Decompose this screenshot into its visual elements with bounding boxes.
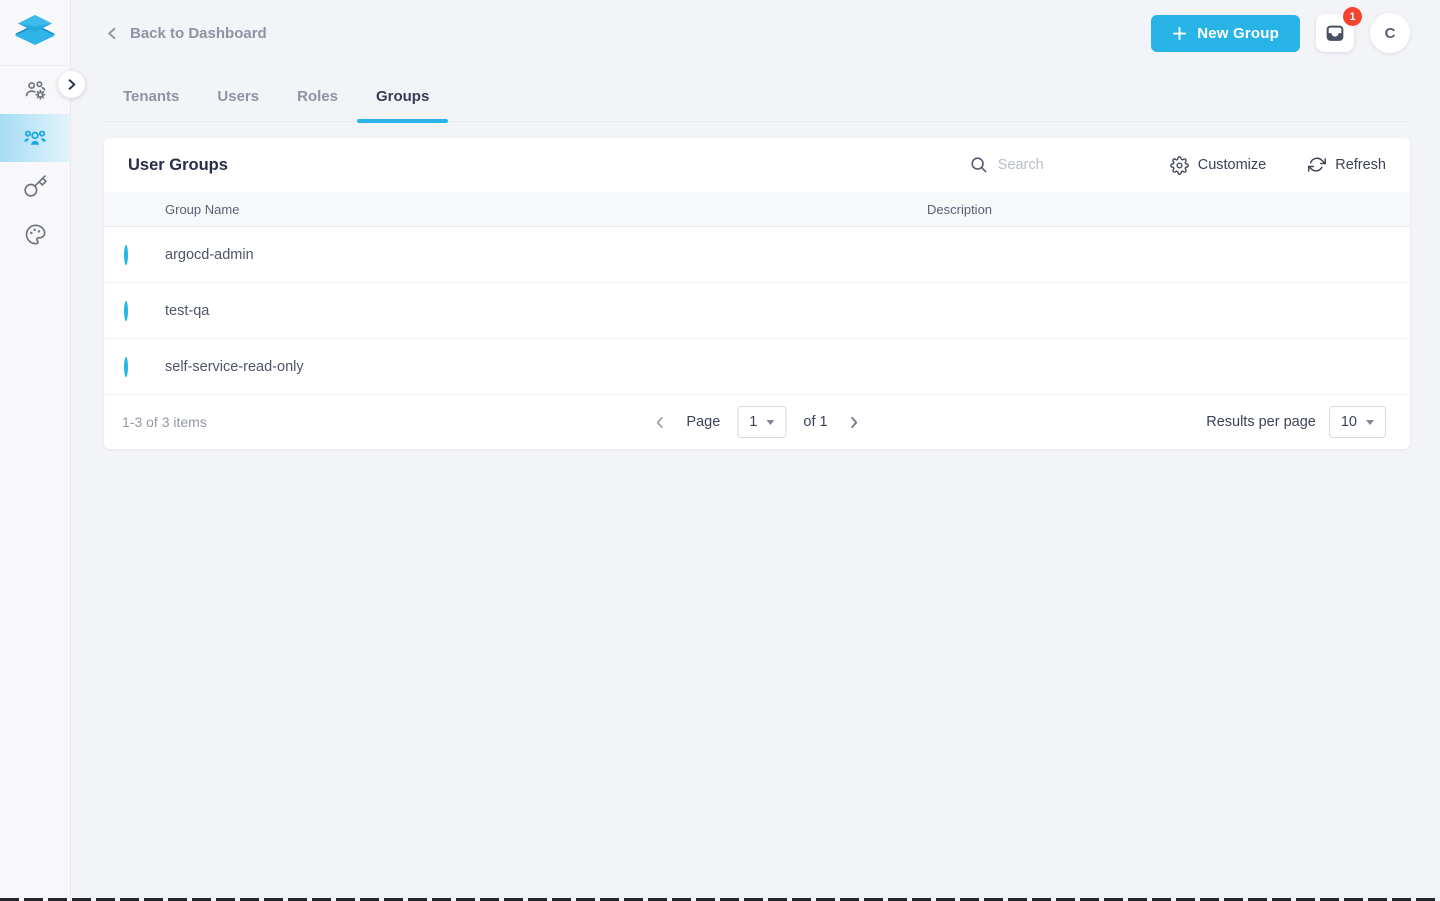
users-gear-icon [23, 78, 48, 103]
key-icon [23, 174, 48, 199]
customize-button[interactable]: Customize [1170, 156, 1267, 175]
sidebar [0, 0, 71, 901]
chevron-down-icon [766, 420, 774, 425]
pagination: Page 1 of 1 [650, 406, 863, 438]
page-select[interactable]: 1 [737, 406, 786, 438]
main-content: Back to Dashboard New Group 1 [71, 0, 1440, 449]
customize-label: Customize [1198, 157, 1267, 173]
tab-roles[interactable]: Roles [278, 72, 357, 121]
gear-icon [1170, 156, 1189, 175]
page-of-label: of 1 [803, 414, 827, 430]
tab-users[interactable]: Users [198, 72, 278, 121]
tab-tenants-label: Tenants [123, 88, 179, 105]
sidebar-item-appearance[interactable] [0, 210, 70, 258]
sidebar-expand-button[interactable] [58, 71, 85, 98]
users-group-icon [22, 125, 48, 151]
group-name-cell: test-qa [165, 303, 927, 319]
table-row[interactable]: test-qa [104, 283, 1410, 339]
tab-groups[interactable]: Groups [357, 72, 448, 121]
chevron-down-icon [1366, 420, 1374, 425]
user-avatar[interactable]: C [1370, 13, 1410, 53]
page-label: Page [686, 414, 720, 430]
refresh-button[interactable]: Refresh [1308, 156, 1386, 174]
column-header-group-name: Group Name [165, 202, 927, 217]
notification-badge: 1 [1343, 7, 1362, 26]
tab-tenants[interactable]: Tenants [104, 72, 198, 121]
sidebar-item-access-keys[interactable] [0, 162, 70, 210]
back-to-dashboard-link[interactable]: Back to Dashboard [104, 25, 267, 42]
plus-icon [1172, 26, 1187, 41]
group-name-cell: argocd-admin [165, 247, 927, 263]
table-row[interactable]: self-service-read-only [104, 339, 1410, 395]
tab-bar: Tenants Users Roles Groups [104, 72, 1410, 122]
inbox-icon [1324, 22, 1346, 44]
avatar-initial: C [1385, 25, 1396, 42]
row-radio-button[interactable] [124, 301, 128, 321]
app-logo[interactable] [0, 0, 70, 66]
layers-logo-icon [12, 13, 58, 53]
palette-icon [23, 222, 48, 247]
group-name-cell: self-service-read-only [165, 359, 927, 375]
search-box [970, 156, 1128, 174]
results-per-page-label: Results per page [1206, 414, 1316, 430]
page-select-value: 1 [749, 414, 757, 430]
chevron-left-icon [652, 415, 667, 430]
previous-page-button[interactable] [650, 413, 669, 432]
table-row[interactable]: argocd-admin [104, 227, 1410, 283]
topbar-actions: New Group 1 C [1151, 13, 1410, 53]
row-radio-button[interactable] [124, 357, 128, 377]
sidebar-item-user-management[interactable] [0, 114, 70, 162]
back-link-label: Back to Dashboard [130, 25, 267, 42]
new-group-button-label: New Group [1197, 25, 1279, 42]
tab-groups-label: Groups [376, 88, 429, 105]
results-per-page: Results per page 10 [1206, 406, 1386, 438]
user-groups-card: User Groups Customize [104, 138, 1410, 449]
new-group-button[interactable]: New Group [1151, 15, 1300, 52]
column-header-description: Description [927, 202, 1410, 217]
tab-roles-label: Roles [297, 88, 338, 105]
search-icon [970, 156, 988, 174]
topbar: Back to Dashboard New Group 1 [104, 0, 1410, 72]
chevron-left-icon [104, 25, 121, 42]
refresh-icon [1308, 156, 1326, 174]
next-page-button[interactable] [845, 413, 864, 432]
table-header-row: Group Name Description [104, 192, 1410, 227]
refresh-label: Refresh [1335, 157, 1386, 173]
sidebar-nav [0, 66, 70, 258]
row-radio-button[interactable] [124, 245, 128, 265]
chevron-right-icon [847, 415, 862, 430]
card-title: User Groups [128, 156, 970, 175]
results-per-page-value: 10 [1341, 414, 1357, 430]
results-per-page-select[interactable]: 10 [1329, 406, 1386, 438]
tab-users-label: Users [217, 88, 259, 105]
search-input[interactable] [998, 157, 1118, 173]
table-footer: 1-3 of 3 items Page 1 of 1 [104, 395, 1410, 449]
card-header: User Groups Customize [104, 138, 1410, 192]
chevron-right-icon [64, 77, 79, 92]
notifications-button[interactable]: 1 [1316, 14, 1354, 52]
